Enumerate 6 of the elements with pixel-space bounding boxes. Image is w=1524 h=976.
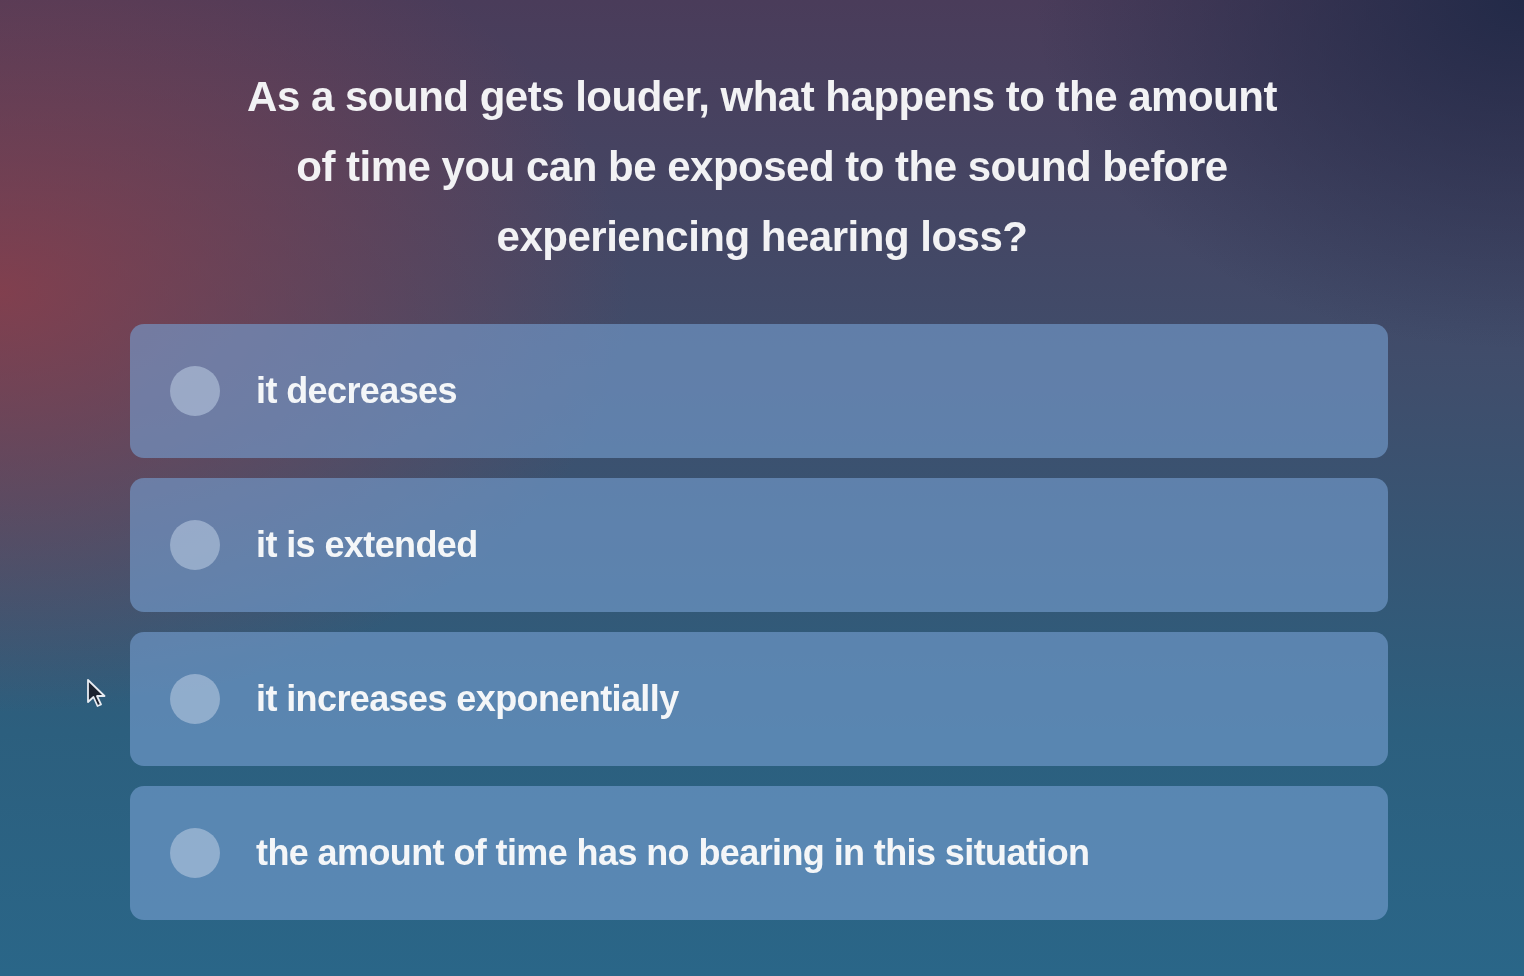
answer-option[interactable]: the amount of time has no bearing in this situation xyxy=(130,786,1388,920)
answer-option[interactable]: it is extended xyxy=(130,478,1388,612)
answer-option[interactable]: it increases exponentially xyxy=(130,632,1388,766)
answer-option[interactable]: it decreases xyxy=(130,324,1388,458)
question-text: As a sound gets louder, what happens to the amount of time you can be exposed to the sound before experiencing hearing loss? xyxy=(246,72,1278,262)
mouse-pointer-icon xyxy=(86,678,108,708)
